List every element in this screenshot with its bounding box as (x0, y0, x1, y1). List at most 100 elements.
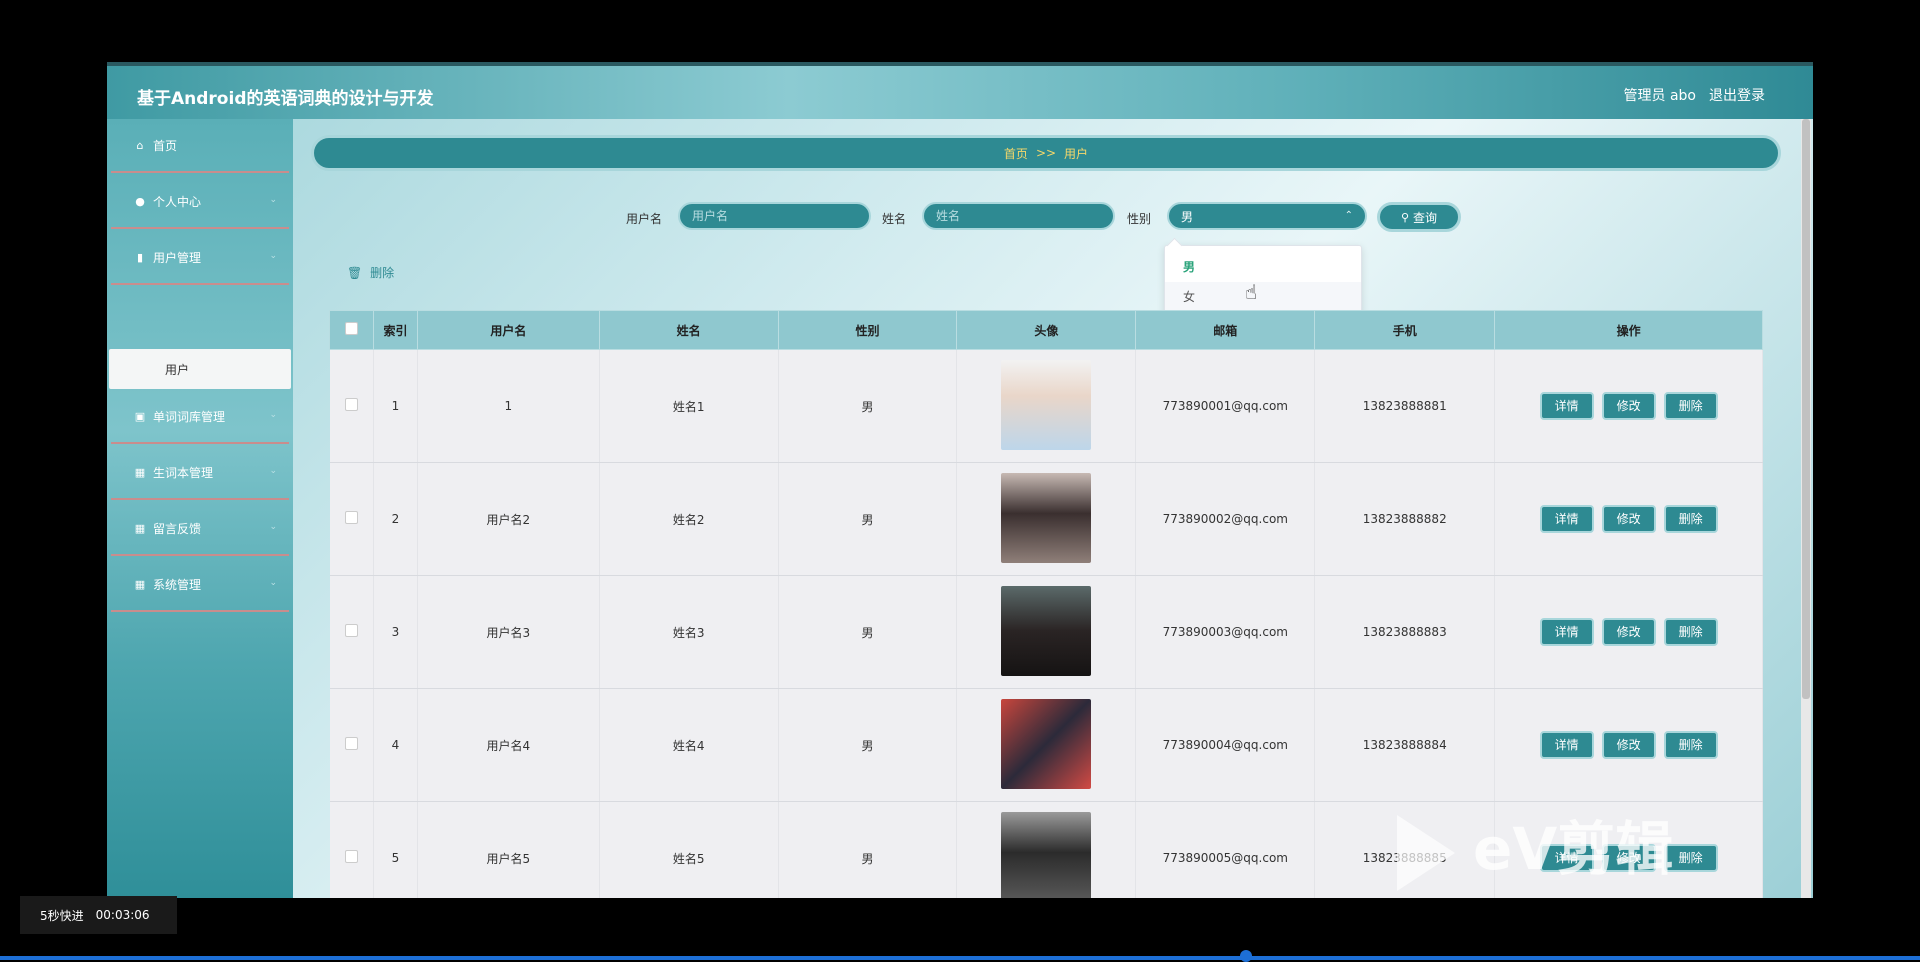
col-header-email: 邮箱 (1135, 310, 1316, 350)
batch-delete-label: 删除 (370, 266, 395, 280)
scrollbar-thumb[interactable] (1802, 119, 1810, 699)
breadcrumb-home[interactable]: 首页 (1004, 145, 1028, 162)
sidebar-item-label: 留言反馈 (153, 521, 202, 536)
cell-name: 姓名5 (599, 801, 779, 898)
avatar (1001, 811, 1092, 898)
gender-select[interactable]: 男 ⌃ (1167, 202, 1367, 230)
select-all-checkbox[interactable] (344, 322, 358, 335)
breadcrumb-current: 用户 (1064, 146, 1089, 161)
detail-button[interactable]: 详情 (1539, 618, 1594, 646)
row-select[interactable] (329, 801, 374, 898)
row-checkbox[interactable] (344, 511, 358, 524)
book-icon: ▣ (134, 409, 146, 423)
home-icon: ⌂ (136, 138, 144, 152)
batch-delete-button[interactable]: 🗑 删除 (347, 264, 394, 281)
cell-email: 773890004@qq.com (1135, 688, 1316, 802)
person-icon: ● (135, 194, 145, 208)
delete-button[interactable]: 删除 (1663, 618, 1718, 646)
col-header-name: 姓名 (598, 310, 779, 350)
sidebar-item-personal-center[interactable]: ● 个人中心 ⌄ (111, 175, 289, 229)
cell-index: 1 (373, 349, 418, 463)
cell-username: 用户名3 (417, 575, 600, 689)
row-select[interactable] (329, 688, 374, 802)
cell-name: 姓名1 (599, 349, 779, 463)
cell-index: 3 (373, 575, 418, 689)
sidebar-item-home[interactable]: ⌂ 首页 (111, 119, 289, 173)
video-progress-knob[interactable] (1240, 950, 1252, 962)
logout-link[interactable]: 退出登录 (1709, 85, 1765, 105)
gender-option-female[interactable]: 女 (1165, 282, 1361, 310)
row-checkbox[interactable] (344, 737, 358, 750)
delete-button[interactable]: 删除 (1663, 505, 1718, 533)
cell-phone: 13823888882 (1314, 462, 1496, 576)
sidebar-item-user-management[interactable]: ▮ 用户管理 ⌄ (111, 231, 289, 285)
sidebar-item-system[interactable]: ▦ 系统管理 ⌄ (111, 558, 289, 612)
sidebar-item-vocabulary-book[interactable]: ▦ 生词本管理 ⌄ (111, 446, 289, 500)
breadcrumb: 首页 >> 用户 (311, 135, 1781, 171)
cell-avatar (956, 575, 1137, 689)
gender-select-value: 男 (1181, 209, 1194, 224)
name-label: 姓名 (882, 212, 907, 226)
row-checkbox[interactable] (344, 850, 358, 863)
sidebar-item-label: 系统管理 (153, 577, 202, 592)
cell-name: 姓名4 (599, 688, 779, 802)
edit-button[interactable]: 修改 (1601, 392, 1656, 420)
row-checkbox[interactable] (344, 624, 358, 637)
delete-button[interactable]: 删除 (1663, 392, 1718, 420)
cell-actions: 详情 修改 删除 (1494, 462, 1763, 576)
vertical-scrollbar[interactable] (1801, 119, 1811, 898)
gender-dropdown: 男 女 (1164, 245, 1362, 317)
cell-username: 1 (417, 349, 600, 463)
trash-icon: 🗑 (347, 266, 363, 280)
sidebar-item-label: 用户管理 (153, 250, 202, 265)
cell-actions: 详情 修改 删除 (1494, 688, 1763, 802)
sidebar: ⌂ 首页 ● 个人中心 ⌄ ▮ 用户管理 ⌄ 用户 ▣ 单词词库管理 ⌄ ▦ 生… (107, 119, 293, 898)
table-row: 4 用户名4 姓名4 男 773890004@qq.com 1382388888… (329, 688, 1763, 802)
breadcrumb-separator: >> (1035, 146, 1057, 160)
gender-option-male[interactable]: 男 (1165, 252, 1361, 280)
fast-forward-label[interactable]: 5秒快进 (40, 907, 84, 924)
app-title: 基于Android的英语词典的设计与开发 (137, 89, 434, 109)
select-all-header[interactable] (329, 310, 374, 350)
chevron-down-icon: ⌄ (269, 578, 277, 588)
detail-button[interactable]: 详情 (1539, 392, 1594, 420)
play-logo-icon (1397, 814, 1455, 891)
detail-button[interactable]: 详情 (1539, 731, 1594, 759)
username-label: 用户名 (626, 212, 663, 226)
sidebar-subitem-user[interactable]: 用户 (109, 349, 291, 389)
username-input[interactable] (678, 202, 871, 230)
cell-username: 用户名5 (417, 801, 600, 898)
col-header-avatar: 头像 (956, 310, 1137, 350)
playback-time: 00:03:06 (95, 908, 150, 922)
cell-avatar (956, 688, 1137, 802)
cell-gender: 男 (778, 575, 958, 689)
name-input[interactable] (922, 202, 1115, 230)
cell-email: 773890003@qq.com (1135, 575, 1316, 689)
cell-index: 5 (373, 801, 418, 898)
row-select[interactable] (329, 349, 374, 463)
delete-button[interactable]: 删除 (1663, 731, 1718, 759)
chevron-up-icon: ⌃ (1344, 210, 1353, 221)
grid-icon: ▦ (134, 577, 146, 591)
edit-button[interactable]: 修改 (1601, 618, 1656, 646)
col-header-index: 索引 (372, 310, 418, 350)
grid-icon: ▦ (134, 521, 146, 535)
cell-actions: 详情 修改 删除 (1494, 349, 1763, 463)
row-select[interactable] (329, 462, 374, 576)
bar-chart-icon: ▮ (136, 250, 144, 264)
edit-button[interactable]: 修改 (1601, 731, 1656, 759)
sidebar-item-word-library[interactable]: ▣ 单词词库管理 ⌄ (111, 390, 289, 444)
chevron-down-icon: ⌄ (269, 251, 277, 261)
row-checkbox[interactable] (344, 398, 358, 411)
cell-index: 4 (373, 688, 418, 802)
edit-button[interactable]: 修改 (1601, 505, 1656, 533)
grid-icon: ▦ (134, 465, 146, 479)
video-progress-bar[interactable] (0, 956, 1920, 960)
search-button[interactable]: ⚲ 查询 (1377, 202, 1461, 232)
admin-label: 管理员 abo (1623, 88, 1696, 104)
row-select[interactable] (329, 575, 374, 689)
detail-button[interactable]: 详情 (1539, 505, 1594, 533)
sidebar-item-feedback[interactable]: ▦ 留言反馈 ⌄ (111, 502, 289, 556)
sidebar-item-label: 首页 (153, 138, 178, 153)
cell-gender: 男 (778, 462, 958, 576)
